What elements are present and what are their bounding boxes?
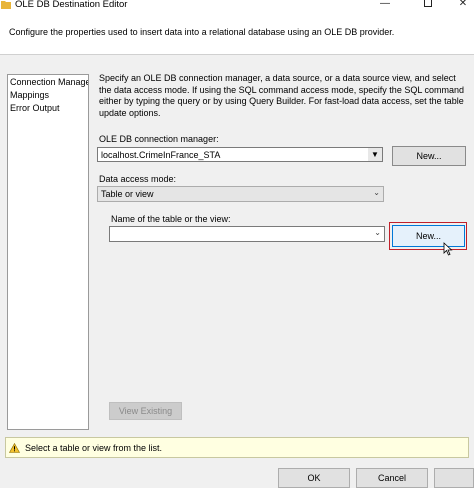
ok-button[interactable]: OK bbox=[278, 468, 350, 488]
nav-item-error-output[interactable]: Error Output bbox=[10, 103, 60, 113]
new-connection-button[interactable]: New... bbox=[392, 146, 466, 166]
help-button[interactable] bbox=[434, 468, 474, 488]
cancel-button[interactable]: Cancel bbox=[356, 468, 428, 488]
minimize-button[interactable]: — bbox=[374, 0, 396, 11]
close-button[interactable]: ✕ bbox=[452, 0, 474, 11]
chevron-down-icon: ⌄ bbox=[374, 228, 381, 237]
chevron-down-icon[interactable]: ▼ bbox=[368, 148, 382, 161]
view-existing-button[interactable]: View Existing bbox=[109, 402, 182, 420]
chevron-down-icon: ⌄ bbox=[373, 188, 380, 197]
nav-item-connection-manager[interactable]: Connection Manager bbox=[10, 77, 88, 87]
connection-manager-label: OLE DB connection manager: bbox=[99, 134, 219, 144]
mouse-cursor-icon bbox=[443, 242, 453, 256]
connection-manager-value: localhost.CrimeInFrance_STA bbox=[101, 150, 221, 160]
maximize-button[interactable] bbox=[418, 0, 440, 11]
status-message: Select a table or view from the list. bbox=[25, 443, 163, 453]
maximize-icon bbox=[424, 0, 432, 7]
access-mode-select[interactable]: Table or view ⌄ bbox=[97, 186, 384, 202]
page-description: Specify an OLE DB connection manager, a … bbox=[99, 73, 465, 118]
header-description: Configure the properties used to insert … bbox=[9, 27, 395, 37]
connection-manager-combo[interactable]: localhost.CrimeInFrance_STA ▼ bbox=[97, 147, 383, 162]
access-mode-value: Table or view bbox=[101, 189, 154, 199]
status-bar: Select a table or view from the list. bbox=[5, 437, 469, 458]
new-table-button[interactable]: New... bbox=[392, 225, 465, 247]
warning-icon bbox=[9, 443, 20, 453]
folder-icon bbox=[1, 1, 11, 9]
table-name-label: Name of the table or the view: bbox=[111, 214, 231, 224]
nav-item-mappings[interactable]: Mappings bbox=[10, 90, 49, 100]
window-title: OLE DB Destination Editor bbox=[15, 0, 128, 10]
table-name-combo[interactable]: ⌄ bbox=[109, 226, 385, 242]
access-mode-label: Data access mode: bbox=[99, 174, 177, 184]
dialog-header: Configure the properties used to insert … bbox=[0, 11, 474, 55]
page-navigation: Connection Manager Mappings Error Output bbox=[7, 74, 89, 430]
